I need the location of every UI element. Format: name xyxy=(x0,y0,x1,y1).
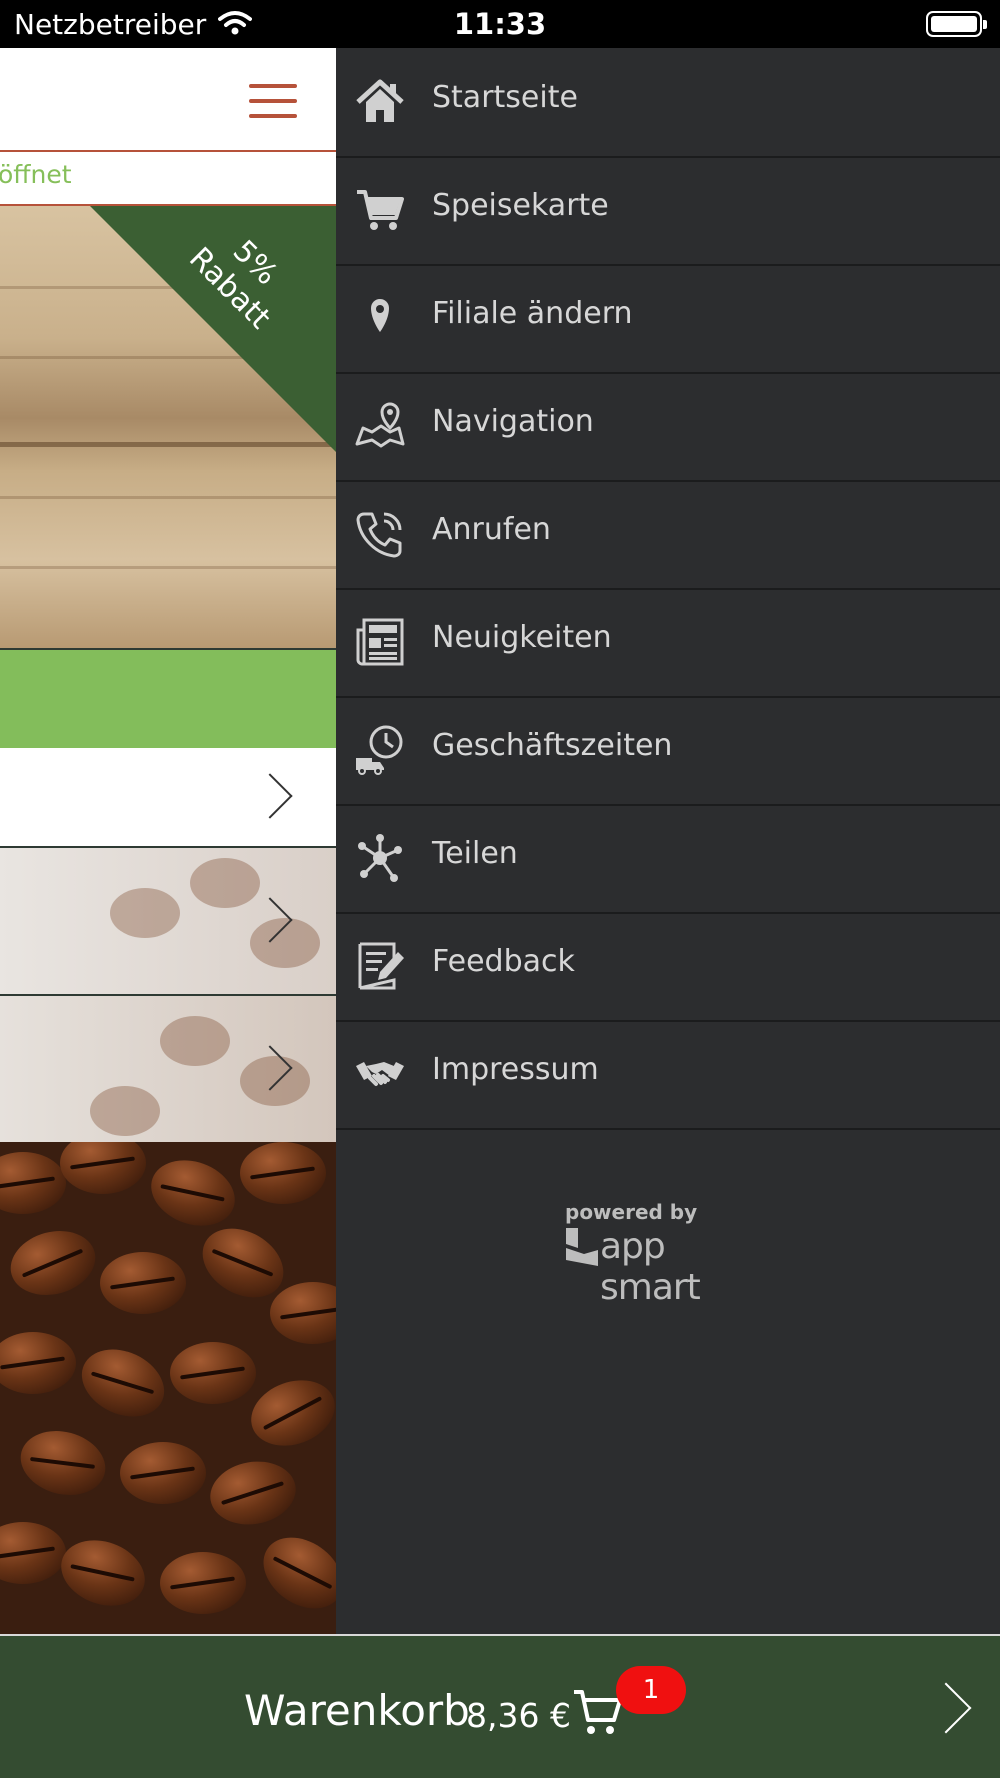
cart-bar[interactable]: Warenkorb 8,36 € 1 xyxy=(0,1634,1000,1778)
menu-item-label: Neuigkeiten xyxy=(432,620,612,655)
menu-item-label: Speisekarte xyxy=(432,188,609,223)
app-header xyxy=(0,48,336,152)
powered-by-label: powered by xyxy=(565,1200,698,1224)
hamburger-menu-icon[interactable] xyxy=(249,84,297,118)
appsmart-logo[interactable]: app smart xyxy=(564,1226,774,1308)
appsmart-wordmark: app smart xyxy=(600,1226,701,1308)
chevron-right-icon xyxy=(247,773,293,819)
location-pin-icon xyxy=(371,299,389,332)
delivery-clock-icon xyxy=(356,725,403,775)
home-icon xyxy=(356,79,404,122)
cart-count-badge: 1 xyxy=(616,1666,686,1714)
cart-icon xyxy=(357,190,404,230)
menu-item-anrufen[interactable]: Anrufen xyxy=(336,480,1000,590)
menu-item-filiale-aendern[interactable]: Filiale ändern xyxy=(336,264,1000,374)
menu-item-impressum[interactable]: Impressum xyxy=(336,1020,1000,1130)
list-item[interactable] xyxy=(0,996,336,1142)
share-icon xyxy=(358,834,402,882)
green-banner[interactable] xyxy=(0,648,336,750)
opening-status-bar: öffnet xyxy=(0,152,336,206)
chevron-right-icon[interactable] xyxy=(920,1682,972,1734)
cart-total: 8,36 € xyxy=(466,1696,571,1735)
coffee-beans-image xyxy=(0,1142,336,1634)
menu-item-label: Startseite xyxy=(432,80,578,115)
menu-item-label: Navigation xyxy=(432,404,594,439)
battery-icon xyxy=(926,11,987,37)
menu-item-feedback[interactable]: Feedback xyxy=(336,912,1000,1022)
handshake-icon xyxy=(356,1062,404,1086)
side-menu: Startseite Speisekarte Filiale ändern Na… xyxy=(336,48,1000,1634)
menu-item-label: Anrufen xyxy=(432,512,551,547)
menu-item-label: Filiale ändern xyxy=(432,296,633,331)
appsmart-logo-mark-icon xyxy=(566,1228,598,1266)
menu-item-teilen[interactable]: Teilen xyxy=(336,804,1000,914)
feedback-icon xyxy=(358,942,404,990)
phone-icon xyxy=(356,512,402,558)
menu-item-neuigkeiten[interactable]: Neuigkeiten xyxy=(336,588,1000,698)
menu-item-label: Feedback xyxy=(432,944,575,979)
status-bar: Netzbetreiber 11:33 xyxy=(0,0,1000,48)
cart-label: Warenkorb xyxy=(244,1686,470,1735)
menu-item-geschaeftszeiten[interactable]: Geschäftszeiten xyxy=(336,696,1000,806)
main-screen: öffnet 5% Rabatt xyxy=(0,48,336,1634)
clock: 11:33 xyxy=(453,7,547,41)
menu-item-label: Impressum xyxy=(432,1052,599,1087)
menu-item-navigation[interactable]: Navigation xyxy=(336,372,1000,482)
menu-item-label: Teilen xyxy=(432,836,518,871)
menu-item-startseite[interactable]: Startseite xyxy=(336,48,1000,158)
promo-banner-image[interactable]: 5% Rabatt xyxy=(0,206,336,648)
list-item[interactable] xyxy=(0,848,336,996)
menu-item-speisekarte[interactable]: Speisekarte xyxy=(336,156,1000,266)
opening-status-text: öffnet xyxy=(0,160,72,189)
list-item[interactable] xyxy=(0,748,336,848)
map-icon xyxy=(355,402,405,448)
newspaper-icon xyxy=(356,618,404,666)
menu-item-label: Geschäftszeiten xyxy=(432,728,673,763)
